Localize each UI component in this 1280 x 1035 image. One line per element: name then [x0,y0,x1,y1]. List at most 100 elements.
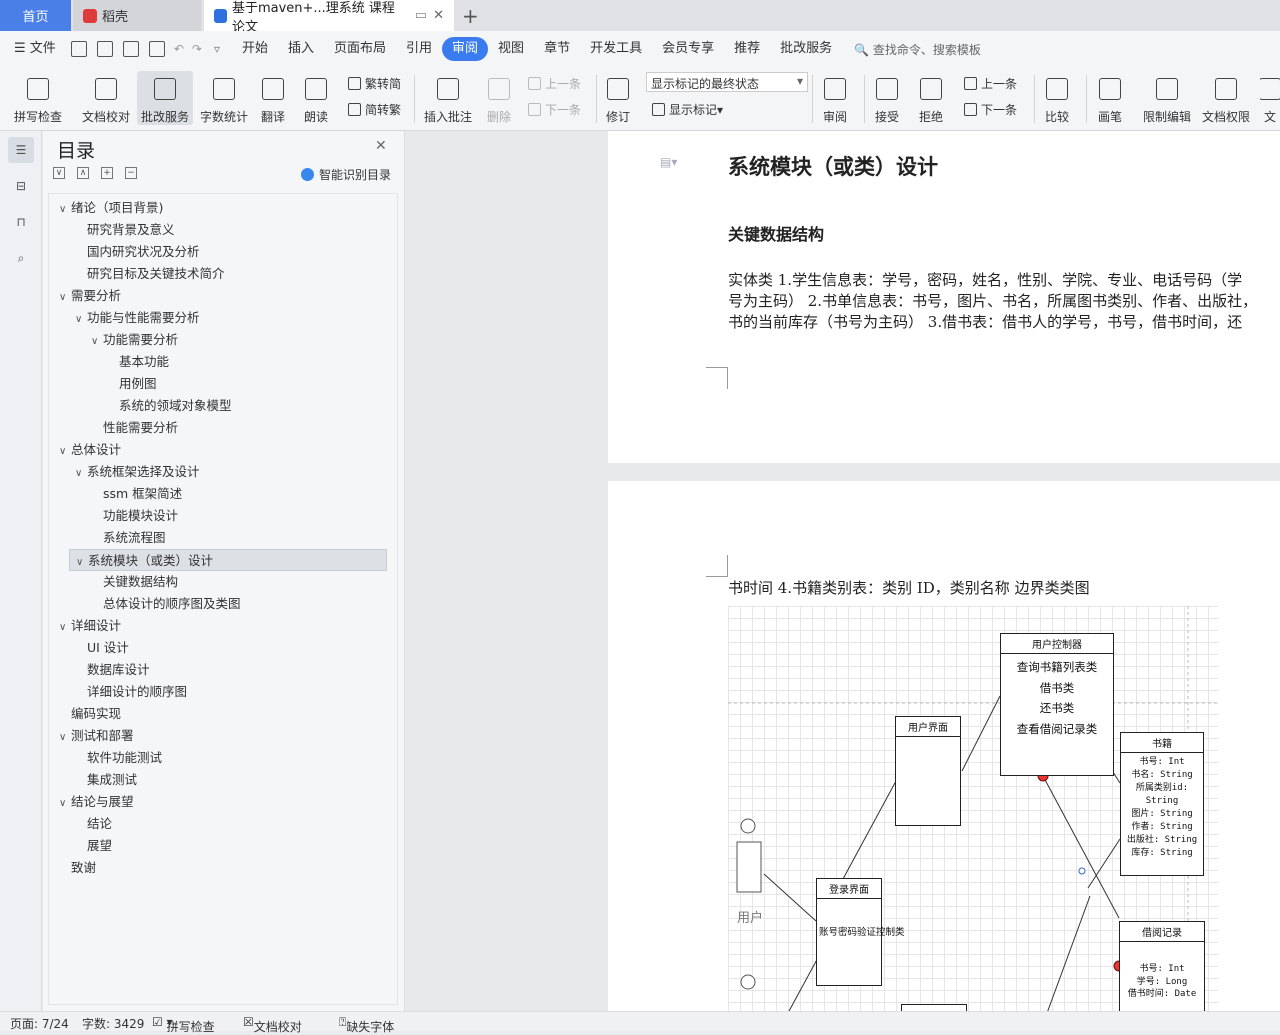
toc-item[interactable]: ∨ 系统框架选择及设计 [75,461,200,483]
toc-item[interactable]: ∨ 系统模块（或类）设计 [69,549,387,571]
simp-to-trad-button[interactable]: 简转繁 [348,101,401,118]
toc-item[interactable]: ∨ 详细设计 [59,615,121,637]
toc-item[interactable]: 性能需要分析 [91,417,178,439]
chevron-down-icon[interactable]: ∨ [75,309,87,331]
menu-item[interactable]: 审阅 [442,37,489,61]
page-indicator[interactable]: 页面: 7/24 [10,1015,69,1032]
menu-item[interactable]: 视图 [488,37,534,61]
read-aloud-button[interactable]: 朗读 [300,71,332,125]
file-menu[interactable]: ☰ 文件 [0,37,66,61]
collapse-all-icon[interactable]: ∨ [53,167,65,179]
toc-item[interactable]: 功能模块设计 [91,505,178,527]
doc-check-button[interactable]: 文档校对 [78,71,134,125]
more-icon[interactable]: ▿ [214,42,220,56]
toc-item[interactable]: 结论 [75,813,112,835]
menu-item[interactable]: 页面布局 [324,37,396,61]
toc-item[interactable]: ssm 框架简述 [91,483,182,505]
chevron-down-icon[interactable]: ∨ [91,331,103,353]
toc-item[interactable]: ∨ 需要分析 [59,285,121,307]
reject-button[interactable]: 拒绝 [914,71,948,125]
new-tab-icon[interactable]: + [462,4,479,28]
menu-item[interactable]: 引用 [396,37,442,61]
doc-rights-button[interactable]: 文档权限 [1200,71,1252,125]
tab-document[interactable]: 基于maven+...理系统 课程论文 ▭ ✕ [204,0,454,35]
bookmark-icon[interactable]: ⊓ [8,209,34,235]
smart-toc-button[interactable]: 智能识别目录 [301,166,391,183]
chevron-down-icon[interactable]: ∨ [59,441,71,463]
insert-comment-button[interactable]: 插入批注 [422,71,474,125]
trad-to-simp-button[interactable]: 繁转简 [348,75,401,92]
menu-item[interactable]: 会员专享 [652,37,724,61]
chevron-down-icon[interactable]: ∨ [76,552,88,574]
toc-item[interactable]: 研究背景及意义 [75,219,175,241]
toc-item[interactable]: 数据库设计 [75,659,150,681]
toc-item[interactable]: ∨ 结论与展望 [59,791,134,813]
status-doc-check[interactable]: ☒ 文档校对 [243,1015,302,1034]
close-icon[interactable]: ✕ [375,138,387,154]
export-icon[interactable] [96,41,113,57]
redo-icon[interactable]: ↷ [192,42,202,56]
tab-pin-icon[interactable]: ▭ [415,8,427,23]
translate-button[interactable]: 翻译 [256,71,290,125]
toc-item[interactable]: 用例图 [107,373,157,395]
toc-item[interactable]: ∨ 功能与性能需要分析 [75,307,200,329]
remove-heading-icon[interactable]: − [125,167,137,179]
accept-button[interactable]: 接受 [870,71,904,125]
toc-item[interactable]: 基本功能 [107,351,169,373]
toc-item[interactable]: 系统的领域对象模型 [107,395,232,417]
tab-daoke[interactable]: 稻壳 [73,0,201,31]
toc-item[interactable]: 编码实现 [59,703,121,725]
menu-item[interactable]: 批改服务 [770,37,842,61]
doc-more-button[interactable]: 文 [1260,71,1280,125]
menu-item[interactable]: 章节 [534,37,580,61]
compare-button[interactable]: 比较 [1040,71,1074,125]
prev-comment-button[interactable]: 上一条 [528,75,581,92]
menu-item[interactable]: 开始 [232,37,278,61]
next-comment-button[interactable]: 下一条 [528,101,581,118]
add-heading-icon[interactable]: + [101,167,113,179]
markup-state-select[interactable]: 显示标记的最终状态 ▾ [646,72,808,92]
status-missing-font[interactable]: ⍰ 缺失字体 [339,1015,394,1034]
toc-item[interactable]: 总体设计的顺序图及类图 [91,593,241,615]
review-service-button[interactable]: 批改服务 [137,71,193,125]
chevron-down-icon[interactable]: ∨ [59,199,71,221]
status-spellcheck[interactable]: ☑ 拼写检查 ▾ [152,1015,215,1034]
pen-button[interactable]: 画笔 [1096,71,1124,125]
toc-item[interactable]: 国内研究状况及分析 [75,241,200,263]
restrict-edit-button[interactable]: 限制编辑 [1142,71,1192,125]
toc-item[interactable]: ∨ 功能需要分析 [91,329,178,351]
word-count-indicator[interactable]: 字数: 3429 [82,1015,144,1032]
chevron-down-icon[interactable]: ∨ [59,617,71,639]
toc-item[interactable]: 系统流程图 [91,527,166,549]
toc-item[interactable]: 集成测试 [75,769,137,791]
paragraph-menu-icon[interactable]: ▤▾ [660,155,677,169]
prev-change-button[interactable]: 上一条 [964,75,1017,92]
toc-item[interactable]: ∨ 总体设计 [59,439,121,461]
review-pane-button[interactable]: 审阅 [818,71,852,125]
toc-item[interactable]: ∨ 绪论（项目背景) [59,197,163,219]
show-markup-button[interactable]: 显示标记 ▾ [652,101,723,118]
toc-item[interactable]: 软件功能测试 [75,747,162,769]
command-search[interactable]: 🔍 查找命令、搜索模板 [854,41,981,58]
menu-item[interactable]: 开发工具 [580,37,652,61]
toc-item[interactable]: ∨ 测试和部署 [59,725,134,747]
save-icon[interactable] [70,41,87,57]
toc-item[interactable]: 展望 [75,835,112,857]
preview-icon[interactable] [148,41,165,57]
menu-item[interactable]: 插入 [278,37,324,61]
search-icon[interactable]: ⌕ [8,245,34,271]
toc-item[interactable]: 详细设计的顺序图 [75,681,187,703]
chevron-down-icon[interactable]: ∨ [59,287,71,309]
toc-item[interactable]: UI 设计 [75,637,129,659]
tab-home[interactable]: 首页 [0,0,71,31]
chevron-down-icon[interactable]: ∨ [75,463,87,485]
menu-item[interactable]: 推荐 [724,37,770,61]
toc-item[interactable]: 关键数据结构 [91,571,178,593]
word-count-button[interactable]: 字数统计 [198,71,250,125]
undo-icon[interactable]: ↶ [174,42,184,56]
delete-comment-button[interactable]: 删除 [482,71,516,125]
spellcheck-button[interactable]: 拼写检查 [8,71,68,125]
print-icon[interactable] [122,41,139,57]
tab-close-icon[interactable]: ✕ [433,8,444,23]
chevron-down-icon[interactable]: ∨ [59,793,71,815]
